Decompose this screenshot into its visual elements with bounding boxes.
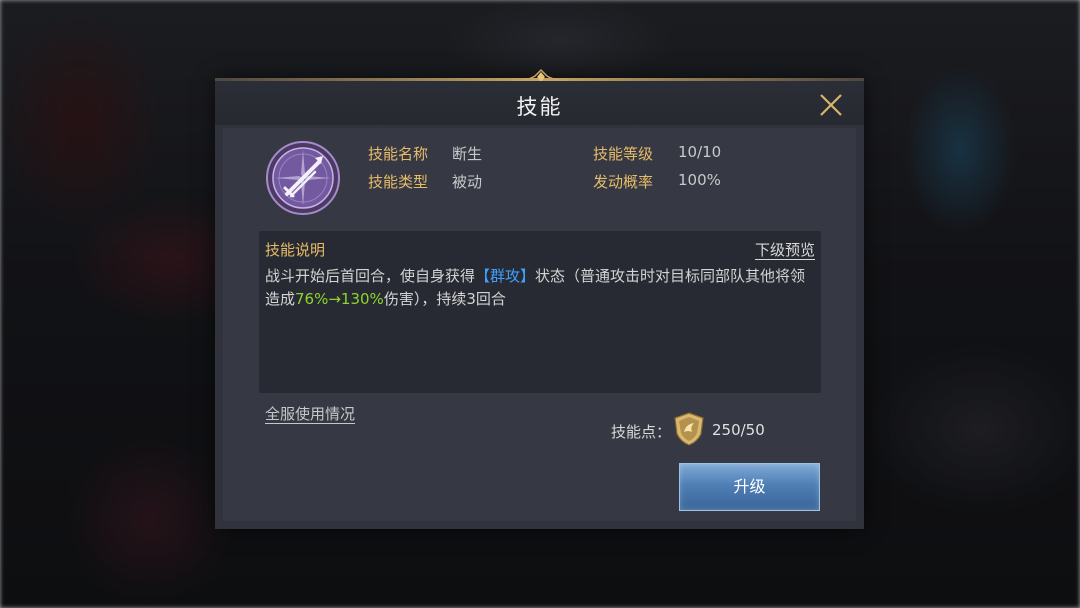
dialog-header: 技能 <box>215 81 864 125</box>
upgrade-button[interactable]: 升级 <box>679 463 820 511</box>
skill-name-label: 技能名称 <box>368 145 429 163</box>
skill-point-shield-icon <box>674 412 704 446</box>
trigger-rate-value: 100% <box>678 171 721 189</box>
lower-preview-link[interactable]: 下级预览 <box>755 239 815 260</box>
description-text: 战斗开始后首回合，使自身获得【群攻】状态（普通攻击时对目标同部队其他将领造成76… <box>265 265 813 311</box>
description-text-part: 伤害），持续3回合 <box>383 290 506 308</box>
skill-description-box: 技能说明 下级预览 战斗开始后首回合，使自身获得【群攻】状态（普通攻击时对目标同… <box>259 231 821 393</box>
description-text-part: 战斗开始后首回合，使自身获得 <box>265 267 476 285</box>
skill-level-label: 技能等级 <box>593 145 654 163</box>
skill-points-label: 技能点： <box>611 423 672 441</box>
skill-points-value: 250/50 <box>712 421 765 439</box>
trigger-rate-label: 发动概率 <box>593 173 654 191</box>
dialog-title: 技能 <box>516 95 563 119</box>
status-highlight: 【群攻】 <box>475 267 536 285</box>
skill-name-value: 断生 <box>452 145 483 163</box>
damage-highlight: 76%→130% <box>295 290 384 308</box>
skill-level-value: 10/10 <box>678 143 722 161</box>
server-usage-link[interactable]: 全服使用情况 <box>265 403 355 424</box>
skill-type-label: 技能类型 <box>368 173 429 191</box>
close-icon[interactable] <box>817 91 845 119</box>
skill-type-value: 被动 <box>452 173 483 191</box>
crossed-swords-icon <box>266 141 340 215</box>
description-title: 技能说明 <box>265 241 326 259</box>
